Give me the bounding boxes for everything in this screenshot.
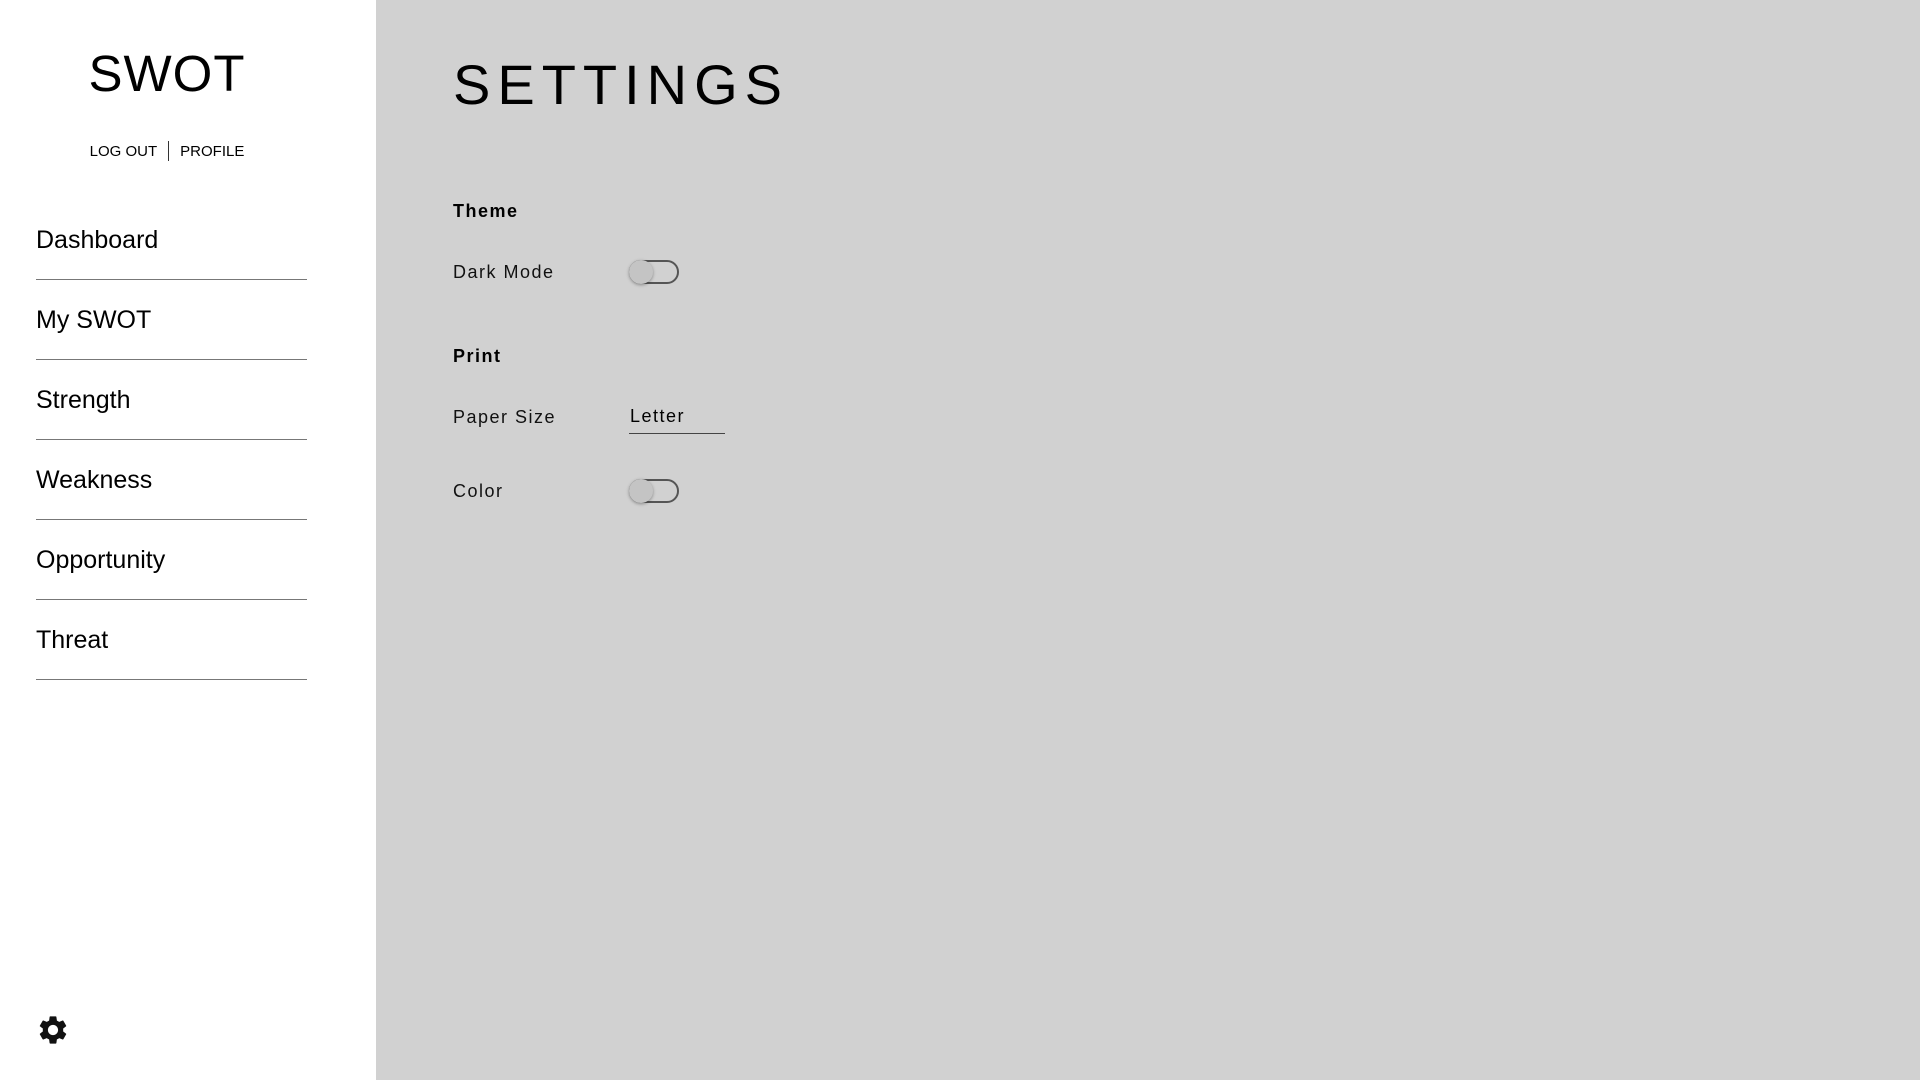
color-toggle-knob <box>629 479 653 503</box>
app-title: SWOT <box>88 45 246 102</box>
paper-size-label: Paper Size <box>453 407 557 427</box>
sidebar-nav: Dashboard My SWOT Strength Weakness Oppo… <box>36 200 307 680</box>
sidebar: SWOT LOG OUT PROFILE Dashboard My SWOT S… <box>0 0 376 1080</box>
sidebar-item-threat[interactable]: Threat <box>36 600 307 680</box>
paper-size-select[interactable]: Letter <box>629 404 725 434</box>
sidebar-item-weakness[interactable]: Weakness <box>36 440 307 520</box>
sidebar-item-opportunity[interactable]: Opportunity <box>36 520 307 600</box>
profile-link[interactable]: PROFILE <box>180 143 244 160</box>
page-title: SETTINGS <box>453 53 790 116</box>
gear-icon[interactable] <box>36 1013 70 1047</box>
sidebar-item-strength[interactable]: Strength <box>36 360 307 440</box>
sidebar-item-dashboard[interactable]: Dashboard <box>36 200 307 280</box>
print-heading: Print <box>453 346 502 366</box>
dark-mode-label: Dark Mode <box>453 262 555 282</box>
settings-panel: SETTINGS Theme Dark Mode Print Paper Siz… <box>376 0 1920 1080</box>
color-label: Color <box>453 481 504 501</box>
logout-link[interactable]: LOG OUT <box>90 143 158 160</box>
account-links: LOG OUT PROFILE <box>0 141 334 161</box>
sidebar-item-my-swot[interactable]: My SWOT <box>36 280 307 360</box>
theme-heading: Theme <box>453 201 519 221</box>
dark-mode-toggle-knob <box>629 260 653 284</box>
account-links-divider <box>168 141 170 161</box>
color-toggle[interactable] <box>629 479 679 503</box>
dark-mode-toggle[interactable] <box>629 260 679 284</box>
